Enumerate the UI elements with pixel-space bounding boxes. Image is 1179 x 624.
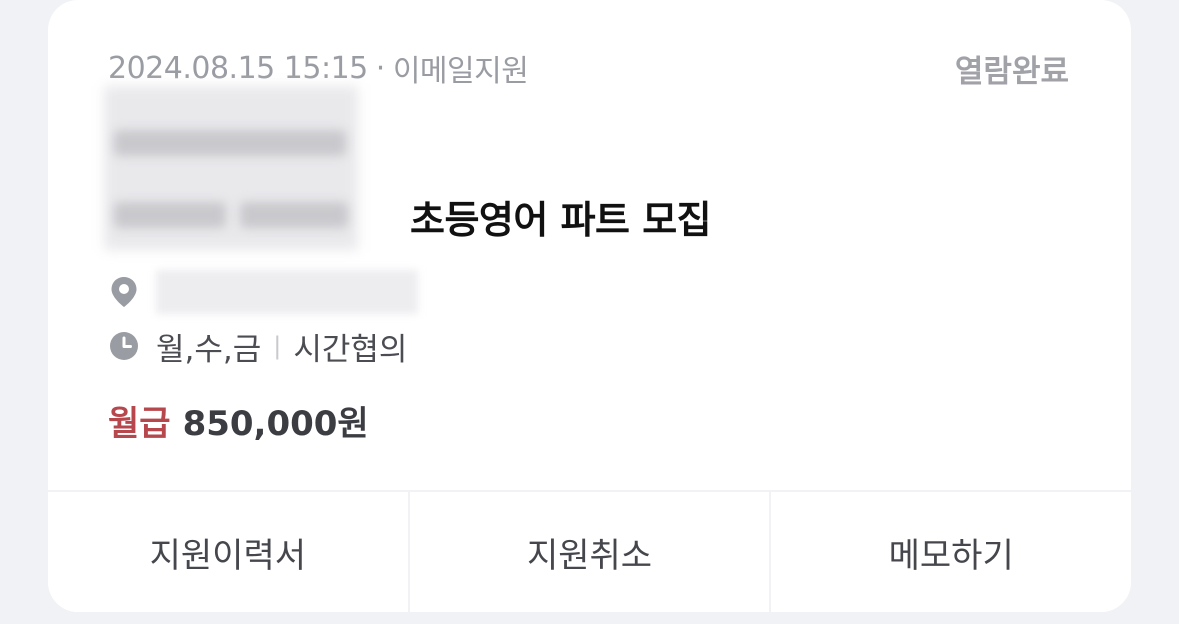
clock-icon	[108, 330, 140, 362]
work-days: 월,수,금	[156, 331, 262, 368]
status-badge: 열람완료	[954, 53, 1069, 90]
action-bar: 지원이력서 지원취소 메모하기	[48, 490, 1131, 612]
application-date: 2024.08.15 15:15	[108, 50, 368, 86]
info-separator: |	[273, 332, 282, 360]
salary: 월급 850,000원	[108, 398, 369, 444]
redacted-company-line-3	[240, 202, 348, 228]
redacted-company-line-2	[114, 202, 226, 228]
meta-separator: ·	[375, 50, 386, 86]
apply-method: 이메일지원	[392, 54, 529, 89]
resume-button[interactable]: 지원이력서	[48, 492, 408, 612]
salary-type: 월급	[108, 403, 171, 444]
job-title: 초등영어 파트 모집	[410, 197, 712, 242]
application-card[interactable]: 2024.08.15 15:15 · 이메일지원 열람완료 초등영어 파트 모집…	[48, 0, 1131, 612]
work-hours: 시간협의	[293, 331, 408, 368]
cancel-application-button[interactable]: 지원취소	[407, 492, 770, 612]
map-pin-icon	[108, 276, 140, 308]
redacted-company-line-1	[114, 130, 346, 156]
salary-amount: 850,000원	[182, 403, 369, 444]
schedule-row: 월,수,금 | 시간협의	[108, 326, 408, 368]
redacted-address	[156, 270, 418, 314]
application-meta: 2024.08.15 15:15 · 이메일지원	[108, 48, 529, 90]
memo-button[interactable]: 메모하기	[769, 492, 1131, 612]
location-row	[108, 270, 418, 314]
